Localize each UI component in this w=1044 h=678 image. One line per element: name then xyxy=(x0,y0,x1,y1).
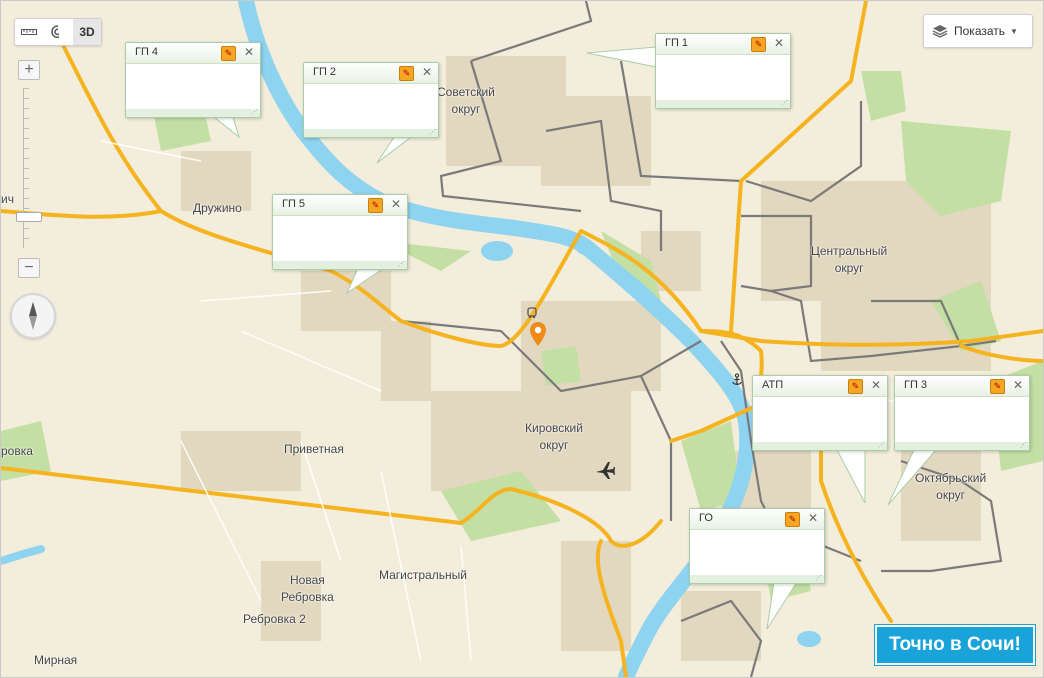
balloon-footer xyxy=(304,129,438,137)
balloon-footer xyxy=(753,442,887,450)
resize-grip-icon[interactable]: ⋰ xyxy=(429,129,436,137)
balloon-footer xyxy=(690,575,824,583)
balloon-title: ГП 3 xyxy=(904,379,928,391)
balloon-footer xyxy=(656,100,790,108)
pin-icon[interactable]: ✎ xyxy=(785,512,800,527)
port-anchor-icon xyxy=(732,373,742,385)
airport-icon xyxy=(596,462,615,479)
balloon-title: ГП 4 xyxy=(135,46,159,58)
map-toolbar: 3D xyxy=(14,18,102,46)
route-icon[interactable] xyxy=(44,19,72,45)
label-oktyabrsky-district: Октябрьский округ xyxy=(915,471,987,502)
zoom-out-button[interactable]: − xyxy=(18,258,40,278)
resize-grip-icon[interactable]: ⋰ xyxy=(878,442,885,450)
zoom-control: + − xyxy=(14,58,44,278)
built-up-areas xyxy=(181,56,991,661)
pin-icon[interactable]: ✎ xyxy=(368,198,383,213)
resize-grip-icon[interactable]: ⋰ xyxy=(781,100,788,108)
pin-icon[interactable]: ✎ xyxy=(399,66,414,81)
close-icon[interactable]: ✕ xyxy=(1013,378,1023,392)
resize-grip-icon[interactable]: ⋰ xyxy=(251,109,258,117)
balloon-gp2[interactable]: ГП 2 ✎ ✕ ⋰ xyxy=(303,62,439,138)
balloon-footer xyxy=(126,109,260,117)
pin-icon[interactable]: ✎ xyxy=(848,379,863,394)
close-icon[interactable]: ✕ xyxy=(871,378,881,392)
label-druzhino: Дружино xyxy=(193,201,242,215)
resize-grip-icon[interactable]: ⋰ xyxy=(1020,442,1027,450)
label-privetnaya: Приветная xyxy=(284,442,344,456)
bus-stop-icon xyxy=(527,307,537,319)
balloon-gp1[interactable]: ГП 1 ✎ ✕ ⋰ xyxy=(655,33,791,109)
label-edge-left-1: ровка xyxy=(1,444,33,458)
close-icon[interactable]: ✕ xyxy=(422,65,432,79)
balloon-gp3[interactable]: ГП 3 ✎ ✕ ⋰ xyxy=(894,375,1030,451)
zoom-slider-thumb[interactable] xyxy=(16,212,42,222)
chevron-down-icon: ▼ xyxy=(1010,26,1018,36)
balloon-gp4[interactable]: ГП 4 ✎ ✕ ⋰ xyxy=(125,42,261,118)
show-layers-button[interactable]: Показать ▼ xyxy=(923,14,1033,48)
balloon-go[interactable]: ГО ✎ ✕ ⋰ xyxy=(689,508,825,584)
pin-icon[interactable]: ✎ xyxy=(221,46,236,61)
lake xyxy=(481,241,513,261)
label-rebrovka-2: Ребровка 2 xyxy=(243,612,306,626)
label-sovetsky-district: Советский округ xyxy=(437,85,495,116)
label-tsentralny-district: Центральный округ xyxy=(811,244,888,275)
pin-icon[interactable]: ✎ xyxy=(990,379,1005,394)
balloon-title: ГП 1 xyxy=(665,37,689,49)
pond xyxy=(797,631,821,647)
balloon-gp5[interactable]: ГП 5 ✎ ✕ ⋰ xyxy=(272,194,408,270)
pin-icon[interactable]: ✎ xyxy=(751,37,766,52)
balloon-footer xyxy=(273,261,407,269)
balloon-title: ГП 2 xyxy=(313,66,337,78)
close-icon[interactable]: ✕ xyxy=(808,511,818,525)
balloon-atp[interactable]: АТП ✎ ✕ ⋰ xyxy=(752,375,888,451)
location-pin-icon[interactable] xyxy=(528,321,548,347)
close-icon[interactable]: ✕ xyxy=(774,36,784,50)
label-novaya-rebrovka: Новая Ребровка xyxy=(281,573,334,604)
resize-grip-icon[interactable]: ⋰ xyxy=(398,261,405,269)
compass-icon[interactable] xyxy=(10,293,56,339)
balloon-title: ГП 5 xyxy=(282,198,306,210)
close-icon[interactable]: ✕ xyxy=(244,45,254,59)
map-view[interactable]: Советский округ Центральный округ Кировски… xyxy=(0,0,1044,678)
3d-button[interactable]: 3D xyxy=(73,19,101,45)
zoom-slider[interactable] xyxy=(23,88,36,248)
balloon-footer xyxy=(895,442,1029,450)
resize-grip-icon[interactable]: ⋰ xyxy=(815,575,822,583)
label-kirovsky-district: Кировский округ xyxy=(525,421,583,452)
show-layers-label: Показать xyxy=(954,24,1006,38)
layers-icon xyxy=(932,24,948,38)
ad-banner[interactable]: Точно в Сочи! xyxy=(875,625,1035,665)
balloon-title: ГО xyxy=(699,512,713,524)
close-icon[interactable]: ✕ xyxy=(391,197,401,211)
label-mirnaya: Мирная xyxy=(34,653,78,667)
label-magistralny: Магистральный xyxy=(379,568,467,582)
zoom-in-button[interactable]: + xyxy=(18,60,40,80)
ruler-icon[interactable] xyxy=(15,19,43,45)
balloon-title: АТП xyxy=(762,379,784,391)
label-edge-left-2: ич xyxy=(1,192,14,206)
